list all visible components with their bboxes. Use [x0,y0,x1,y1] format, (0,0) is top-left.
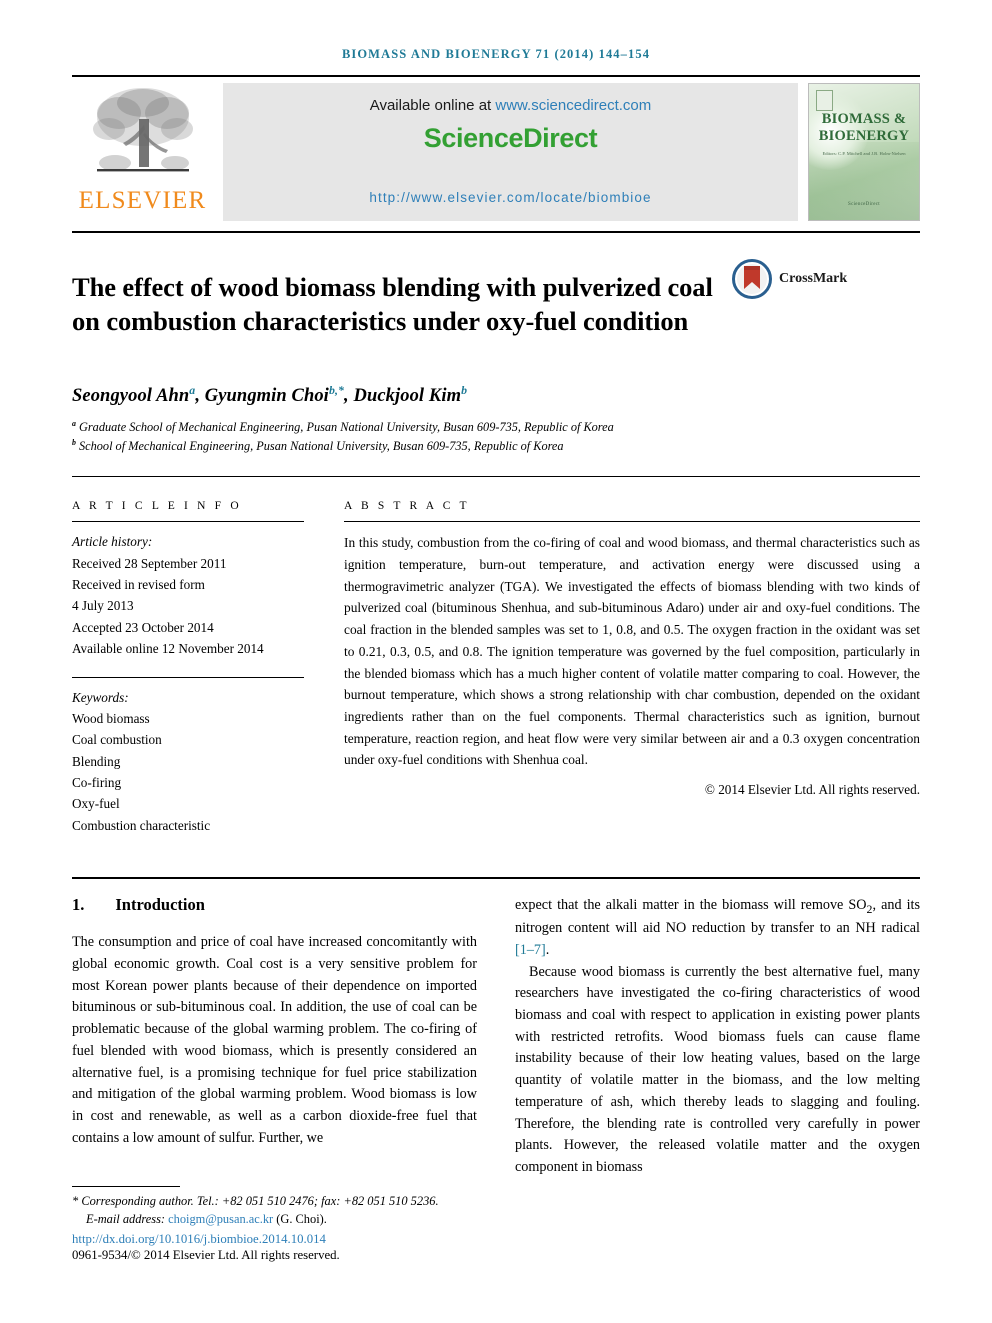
keyword-item: Oxy-fuel [72,796,120,812]
cover-footer-mark: ScienceDirect [848,202,880,207]
keywords-label: Keywords: [72,689,129,705]
affiliation-list: a Graduate School of Mechanical Engineer… [72,418,920,456]
email-label: E-mail address: [86,1212,166,1227]
author-marks-2: b [461,383,468,398]
crossmark-badge[interactable]: CrossMark [732,259,847,299]
email-owner: (G. Choi). [276,1212,327,1227]
cover-subtitle: Editors: C.P. Mitchell and J.B. Holm-Nie… [822,151,906,156]
paragraph-end: . [545,941,550,958]
article-history-item: Received 28 September 2011 [72,555,227,571]
article-history-item: 4 July 2013 [72,598,134,614]
affiliation-mark-1: b [72,438,76,448]
footnote-region: * Corresponding author. Tel.: +82 051 51… [72,1186,492,1263]
elsevier-tree-icon [92,88,193,172]
author-name-0: Seongyool Ahn [72,386,190,407]
article-history-item: Received in revised form [72,577,205,593]
corresponding-author-text: Corresponding author. Tel.: +82 051 510 … [81,1194,439,1208]
affiliation-mark-0: a [72,419,76,429]
paragraph: The consumption and price of coal have i… [72,934,477,1146]
sciencedirect-banner: Available online at www.sciencedirect.co… [223,83,798,221]
issn-copyright: 0961-9534/© 2014 Elsevier Ltd. All right… [72,1247,340,1262]
abstract-heading: A B S T R A C T [344,500,470,513]
abstract-text: In this study, combustion from the co-fi… [344,535,920,768]
available-online-line: Available online at www.sciencedirect.co… [370,97,652,114]
author-list: Seongyool Ahna, Gyungmin Choib,*, Duckjo… [72,383,468,407]
crossmark-icon [732,259,772,299]
cover-title-line2: BIOENERGY [818,127,910,144]
elsevier-logo: ELSEVIER [72,77,213,229]
keyword-item: Blending [72,753,121,769]
journal-masthead: ELSEVIER Available online at www.science… [72,77,920,229]
journal-cover-thumbnail: BIOMASS & BIOENERGY Editors: C.P. Mitche… [808,83,920,221]
section-title-text: Introduction [115,895,205,915]
abstract-heading-rule [344,521,920,523]
title-row: The effect of wood biomass blending with… [72,253,920,356]
keywords-block: Keywords: Wood biomass Coal combustion B… [72,687,304,837]
available-online-label: Available online at [369,97,492,114]
citation-link[interactable]: [1–7] [515,942,546,958]
cover-title: BIOMASS & BIOENERGY [809,111,919,145]
masthead-bottom-rule [72,231,920,233]
crossmark-label: CrossMark [779,271,848,286]
email-link[interactable]: choigm@pusan.ac.kr [168,1212,273,1226]
body-column-left: 1. Introduction The consumption and pric… [72,895,477,1179]
paragraph-pre: expect that the alkali matter in the bio… [515,897,867,914]
sciencedirect-url-link[interactable]: www.sciencedirect.com [495,97,651,114]
article-history-item: Accepted 23 October 2014 [72,619,214,635]
author-name-1: Gyungmin Choi [204,386,329,407]
affiliation-text-0: Graduate School of Mechanical Engineerin… [79,420,614,435]
info-section-top-rule [72,476,920,478]
keyword-item: Coal combustion [72,732,162,748]
footnote-rule [72,1186,180,1187]
body-column-right: expect that the alkali matter in the bio… [515,895,920,1179]
body-columns: 1. Introduction The consumption and pric… [72,895,920,1179]
doi-link[interactable]: http://dx.doi.org/10.1016/j.biombioe.201… [72,1232,492,1247]
corresponding-author-note: * Corresponding author. Tel.: +82 051 51… [72,1192,492,1210]
article-page: BIOMASS AND BIOENERGY 71 (2014) 144–154 [0,0,992,1323]
paragraph: Because wood biomass is currently the be… [515,963,920,1176]
article-info-heading: A R T I C L E I N F O [72,500,242,513]
article-info-heading-rule [72,521,304,523]
cover-publisher-badge [816,90,833,111]
affiliation-text-1: School of Mechanical Engineering, Pusan … [79,439,564,454]
cover-title-line1: BIOMASS & [821,111,907,127]
intro-paragraph-left: The consumption and price of coal have i… [72,932,477,1149]
running-head: BIOMASS AND BIOENERGY 71 (2014) 144–154 [341,47,651,61]
elsevier-wordmark: ELSEVIER [78,187,207,214]
info-abstract-region: A R T I C L E I N F O Article history: R… [72,500,920,836]
section-number: 1. [72,895,85,915]
asterisk-icon: * [72,1194,79,1208]
section-heading: 1. Introduction [72,895,477,915]
keywords-divider-rule [72,676,304,678]
author-name-2: Duckjool Kim [353,386,462,407]
keyword-item: Co-firing [72,775,122,791]
keyword-item: Combustion characteristic [72,817,211,833]
article-history-label: Article history: [72,534,153,550]
journal-homepage-link[interactable]: http://www.elsevier.com/locate/biombioe [369,190,651,205]
affiliation-1: b School of Mechanical Engineering, Pusa… [72,437,920,456]
author-marks-1: b,* [328,383,345,398]
author-marks-0: a [189,383,196,398]
affiliation-0: a Graduate School of Mechanical Engineer… [72,418,920,437]
body-top-rule [72,877,920,880]
keyword-item: Wood biomass [72,710,150,726]
intro-paragraphs-right: expect that the alkali matter in the bio… [515,895,920,1179]
abstract-copyright: © 2014 Elsevier Ltd. All rights reserved… [704,782,920,798]
email-note: E-mail address: choigm@pusan.ac.kr (G. C… [72,1210,492,1228]
article-history-block: Article history: Received 28 September 2… [72,531,304,659]
abstract-column: A B S T R A C T In this study, combustio… [344,500,920,836]
article-history-item: Available online 12 November 2014 [72,641,264,657]
paragraph: expect that the alkali matter in the bio… [515,895,920,961]
page-title: The effect of wood biomass blending with… [72,271,713,336]
sciencedirect-wordmark: ScienceDirect [423,123,598,153]
article-info-column: A R T I C L E I N F O Article history: R… [72,500,304,836]
